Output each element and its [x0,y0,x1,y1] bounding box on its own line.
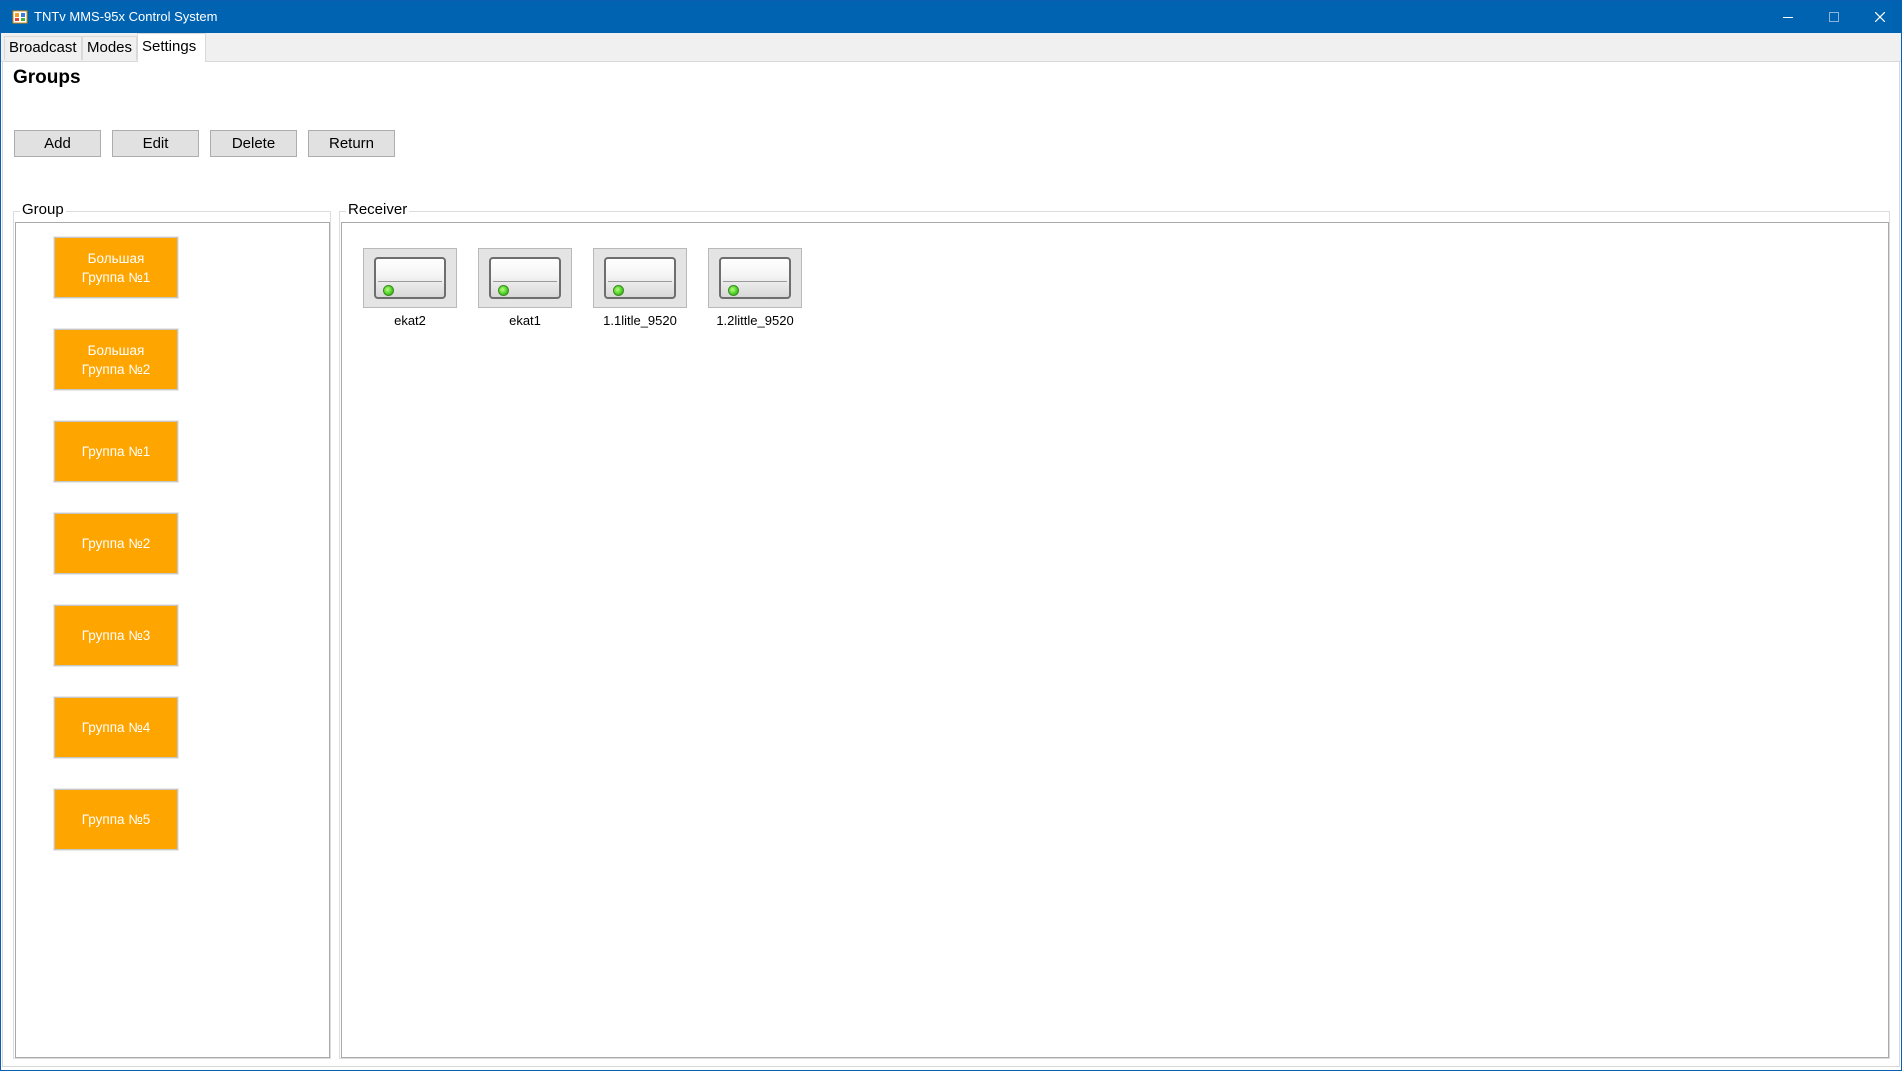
group-button[interactable]: Большая Группа №1 [53,236,179,299]
receiver-label: ekat2 [394,313,426,328]
receiver-device-icon [374,257,446,299]
close-icon [1875,12,1885,22]
minimize-icon [1783,17,1793,18]
group-groupbox-title: Group [20,200,66,220]
receiver-item[interactable]: ekat2 [363,248,457,328]
status-led-icon [383,285,394,296]
maximize-button[interactable] [1811,1,1857,33]
receiver-item[interactable]: ekat1 [478,248,572,328]
group-button[interactable]: Группа №1 [53,420,179,483]
receiver-label: 1.2little_9520 [716,313,794,328]
tab-settings[interactable]: Settings [137,33,206,62]
status-led-icon [613,285,624,296]
close-button[interactable] [1857,1,1901,33]
receiver-item[interactable]: 1.2little_9520 [708,248,802,328]
receiver-label: 1.1litle_9520 [603,313,677,328]
receiver-tile[interactable] [363,248,457,308]
tab-modes[interactable]: Modes [82,36,137,60]
minimize-button[interactable] [1765,1,1811,33]
receiver-tile[interactable] [593,248,687,308]
receiver-device-icon [489,257,561,299]
group-button[interactable]: Группа №3 [53,604,179,667]
delete-button[interactable]: Delete [210,130,297,157]
group-button[interactable]: Группа №5 [53,788,179,851]
edit-button[interactable]: Edit [112,130,199,157]
maximize-icon [1829,12,1839,22]
group-button[interactable]: Большая Группа №2 [53,328,179,391]
add-button[interactable]: Add [14,130,101,157]
receiver-device-icon [604,257,676,299]
receiver-item[interactable]: 1.1litle_9520 [593,248,687,328]
receiver-groupbox-title: Receiver [346,200,410,220]
receiver-list[interactable] [341,222,1889,1058]
receiver-label: ekat1 [509,313,541,328]
window-title: TNTv MMS-95x Control System [34,9,218,24]
title-bar[interactable]: TNTv MMS-95x Control System [1,1,1901,33]
page-title: Groups [13,67,81,88]
receiver-tile[interactable] [478,248,572,308]
group-button[interactable]: Группа №2 [53,512,179,575]
status-led-icon [728,285,739,296]
tab-strip: Broadcast Modes Settings [1,33,1901,62]
app-icon [12,10,28,24]
group-button[interactable]: Группа №4 [53,696,179,759]
receiver-device-icon [719,257,791,299]
receiver-tile[interactable] [708,248,802,308]
app-window: TNTv MMS-95x Control System Broadcast Mo… [0,0,1902,1071]
return-button[interactable]: Return [308,130,395,157]
status-led-icon [498,285,509,296]
tab-broadcast[interactable]: Broadcast [4,36,82,60]
